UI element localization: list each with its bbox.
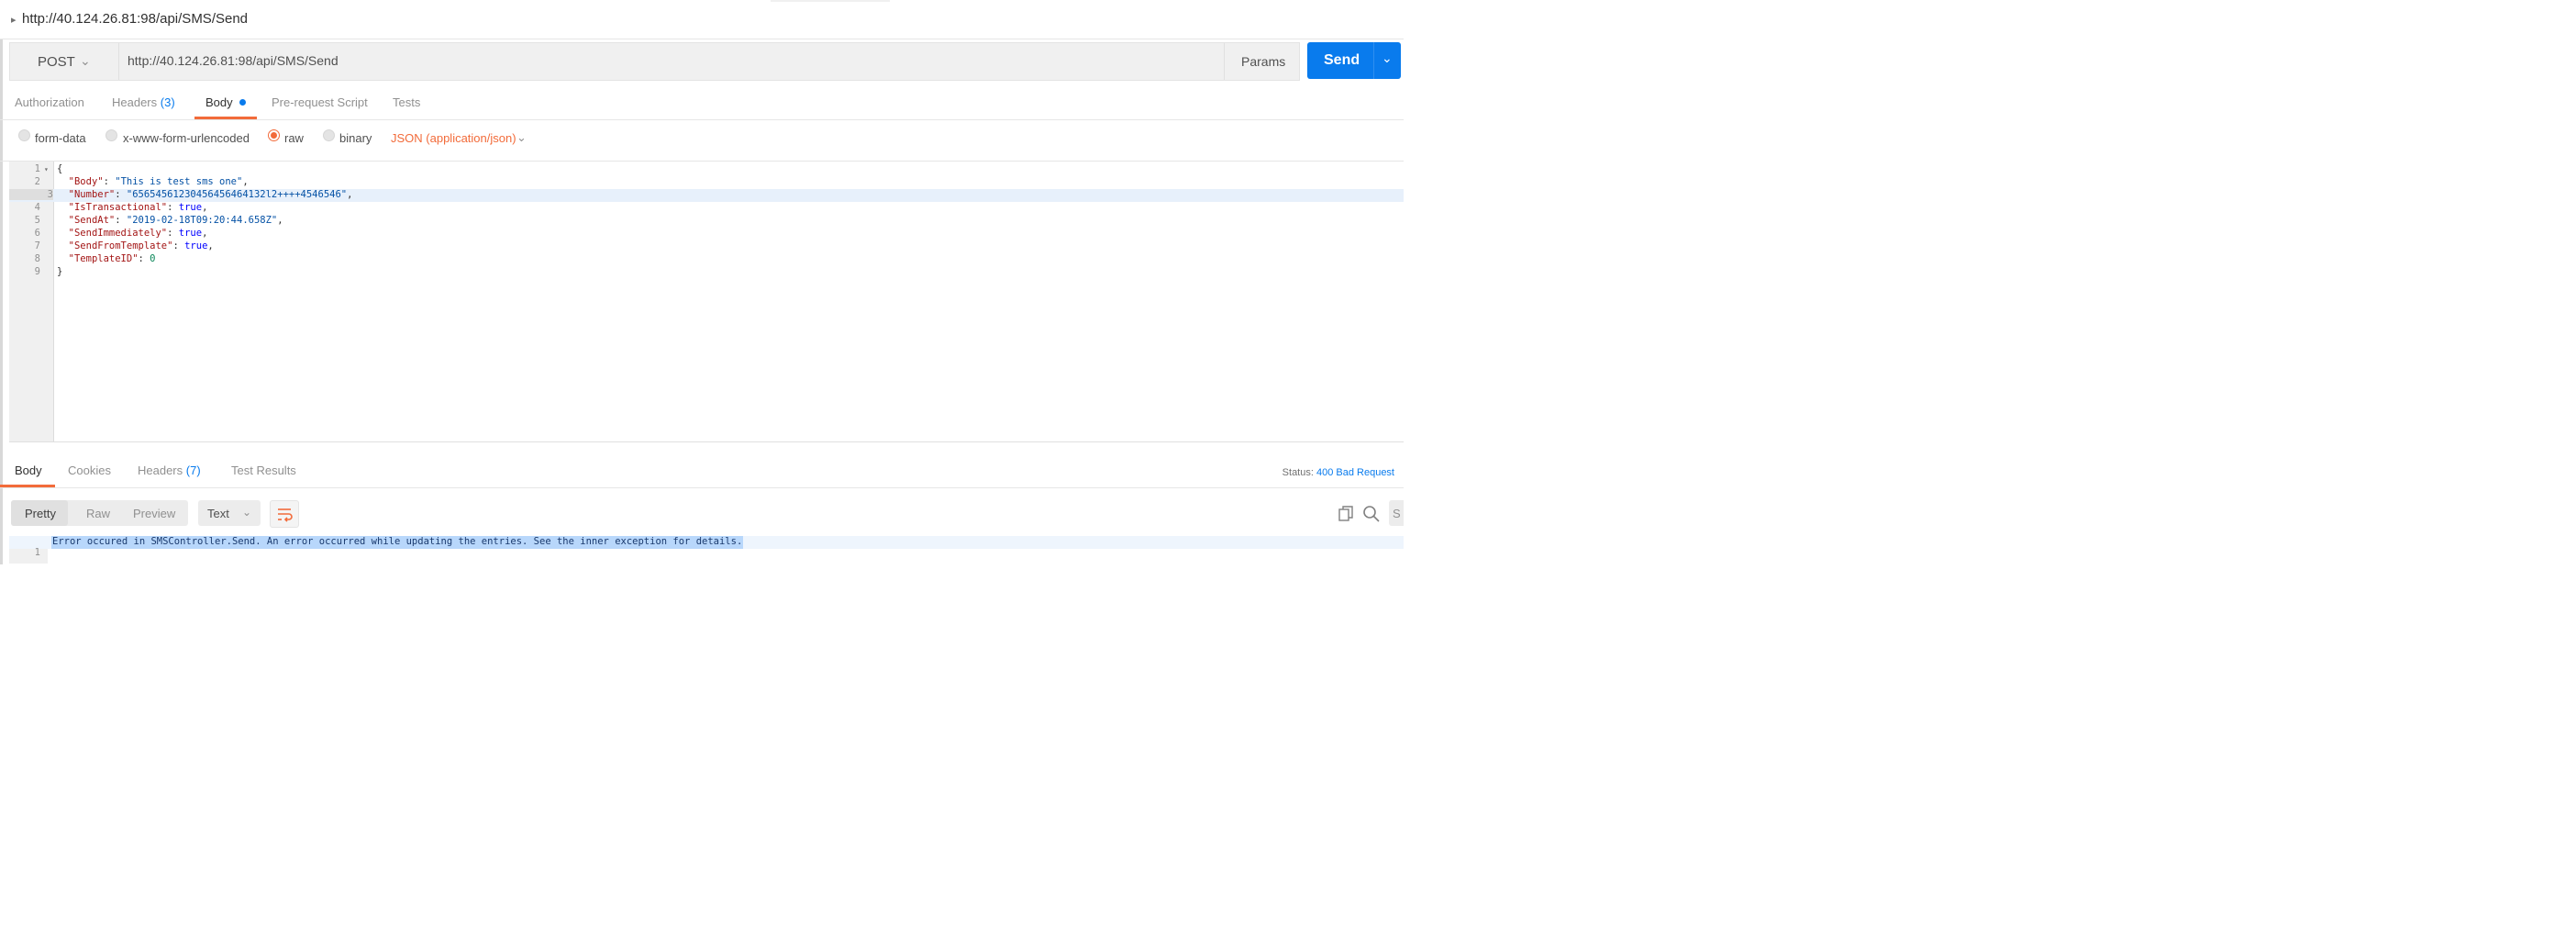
label-raw: raw: [284, 131, 304, 145]
body-modified-dot-icon: [239, 99, 246, 106]
tab-pre-request-script[interactable]: Pre-request Script: [272, 95, 368, 109]
url-input[interactable]: http://40.124.26.81:98/api/SMS/Send: [128, 53, 339, 68]
tab-authorization[interactable]: Authorization: [15, 95, 84, 109]
wrap-lines-button[interactable]: [270, 500, 299, 528]
label-binary: binary: [339, 131, 372, 145]
params-button[interactable]: Params: [1224, 43, 1300, 80]
tab-headers-count: (3): [160, 95, 175, 109]
response-toolbar: Pretty Raw Preview Text ⌄ S: [0, 491, 1404, 533]
request-bar: POST ⌄ http://40.124.26.81:98/api/SMS/Se…: [9, 42, 1300, 81]
editor-line: 5 "SendAt": "2019-02-18T09:20:44.658Z",: [34, 215, 283, 226]
response-status: Status: 400 Bad Request: [1282, 467, 1394, 478]
tab-body[interactable]: Body: [205, 95, 246, 109]
label-form-data: form-data: [35, 131, 86, 145]
editor-line: 2 "Body": "This is test sms one",: [34, 176, 249, 187]
editor-line: 1 ▾{: [34, 163, 63, 174]
send-options-chevron-icon[interactable]: ⌄: [1382, 50, 1393, 66]
resp-tab-cookies[interactable]: Cookies: [68, 463, 111, 477]
chevron-down-icon[interactable]: ⌄: [516, 130, 527, 145]
radio-binary[interactable]: [323, 129, 335, 141]
response-line-number: 1: [34, 547, 40, 558]
view-raw-button[interactable]: Raw: [86, 507, 110, 520]
tab-tests[interactable]: Tests: [393, 95, 420, 109]
search-icon[interactable]: [1361, 504, 1382, 524]
view-pretty-button[interactable]: Pretty: [25, 507, 56, 520]
response-view-toggle: Pretty Raw Preview: [11, 500, 188, 526]
tab-body-label: Body: [205, 95, 233, 109]
editor-line: 8 "TemplateID": 0: [34, 253, 156, 264]
postman-window: ▸ http://40.124.26.81:98/api/SMS/Send PO…: [0, 0, 1404, 564]
editor-line: 9}: [34, 266, 63, 277]
resp-tab-headers[interactable]: Headers (7): [138, 463, 201, 477]
tab-divider: [771, 0, 890, 2]
chevron-down-icon: ⌄: [80, 53, 91, 68]
tab-headers-label: Headers: [112, 95, 158, 109]
wrap-lines-icon: [278, 508, 293, 522]
editor-line: 4 "IsTransactional": true,: [34, 202, 208, 213]
view-preview-button[interactable]: Preview: [133, 507, 175, 520]
params-label: Params: [1241, 54, 1286, 69]
copy-icon[interactable]: [1336, 504, 1356, 524]
response-line: 1 Error occured in SMSController.Send. A…: [9, 536, 1404, 558]
response-tabs: Body Cookies Headers (7) Test Results St…: [0, 456, 1404, 488]
editor-line: 6 "SendImmediately": true,: [34, 228, 208, 239]
request-body-editor[interactable]: 1 ▾{ 2 "Body": "This is test sms one", 3 …: [9, 162, 1404, 442]
save-response-label: S: [1393, 507, 1401, 520]
radio-raw[interactable]: [268, 129, 280, 141]
request-tab-title: http://40.124.26.81:98/api/SMS/Send: [22, 11, 249, 27]
method-value: POST: [38, 54, 75, 70]
tab-headers[interactable]: Headers (3): [112, 95, 175, 109]
collapse-caret-icon[interactable]: ▸: [11, 14, 17, 26]
editor-line: 7 "SendFromTemplate": true,: [34, 240, 214, 251]
status-label: Status:: [1282, 467, 1314, 478]
save-response-button[interactable]: S: [1389, 500, 1404, 526]
response-error-text[interactable]: Error occured in SMSController.Send. An …: [51, 536, 744, 549]
radio-urlencoded[interactable]: [105, 129, 117, 141]
chevron-down-icon: ⌄: [242, 506, 252, 519]
response-body-viewer[interactable]: 1 Error occured in SMSController.Send. A…: [9, 536, 1404, 564]
format-value: Text: [207, 507, 229, 520]
request-tab[interactable]: ▸ http://40.124.26.81:98/api/SMS/Send: [0, 0, 1404, 39]
fold-arrow-icon[interactable]: ▾: [44, 165, 49, 173]
resp-tab-body[interactable]: Body: [15, 463, 42, 477]
active-tab-underline: [194, 117, 257, 119]
resp-tab-headers-label: Headers: [138, 463, 183, 477]
content-type-select[interactable]: JSON (application/json): [391, 131, 516, 145]
method-select[interactable]: POST ⌄: [10, 43, 119, 80]
status-value[interactable]: 400 Bad Request: [1316, 467, 1394, 478]
send-button[interactable]: Send ⌄: [1307, 42, 1401, 79]
label-urlencoded: x-www-form-urlencoded: [123, 131, 250, 145]
radio-form-data[interactable]: [18, 129, 30, 141]
body-type-options: form-data x-www-form-urlencoded raw bina…: [0, 120, 1404, 162]
resp-tab-test-results[interactable]: Test Results: [231, 463, 296, 477]
editor-line-active: 3 "Number": "65654561230456456464132l2++…: [9, 189, 1404, 202]
active-resp-tab-underline: [0, 485, 55, 487]
request-tabs: Authorization Headers (3) Body Pre-reque…: [0, 88, 1404, 120]
response-format-select[interactable]: Text ⌄: [198, 500, 261, 526]
resp-tab-headers-count: (7): [185, 463, 201, 477]
send-divider: [1373, 42, 1374, 79]
send-label: Send: [1324, 52, 1360, 68]
